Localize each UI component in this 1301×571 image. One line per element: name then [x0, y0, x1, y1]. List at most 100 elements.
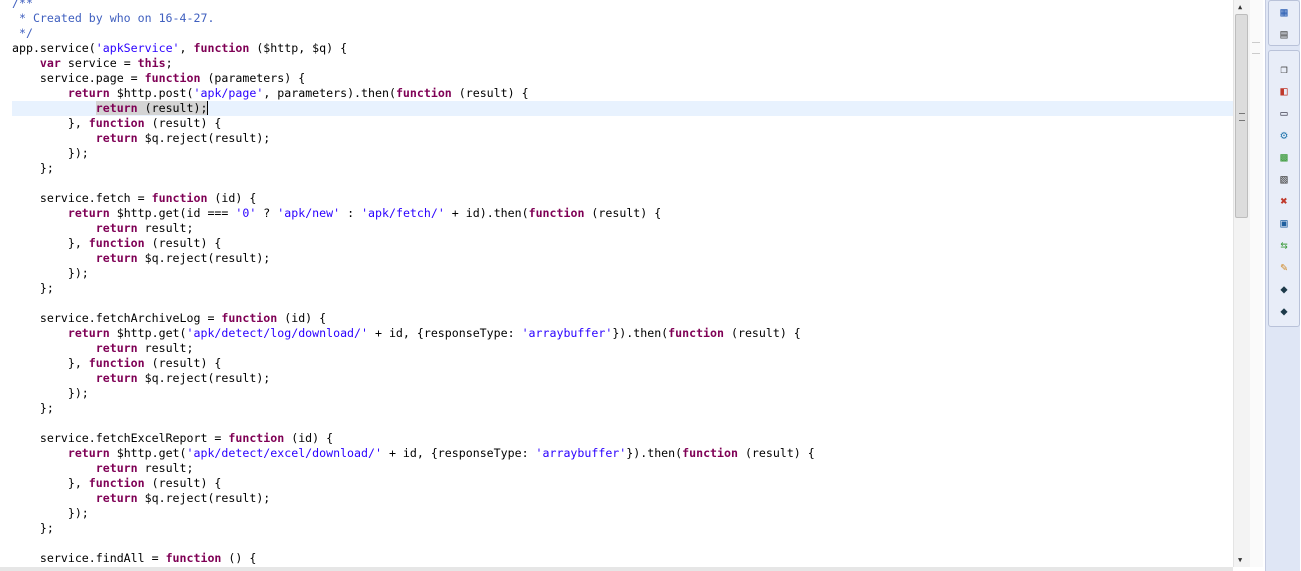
- debug-icon[interactable]: ⚙: [1276, 127, 1292, 143]
- keyword-token: return: [95, 131, 138, 145]
- code-line[interactable]: service.findAll = function () {: [12, 551, 256, 566]
- keyword-token: function: [165, 551, 222, 565]
- code-line[interactable]: service.page = function (parameters) {: [12, 71, 305, 86]
- code-line[interactable]: return $http.get('apk/detect/excel/downl…: [12, 446, 815, 461]
- keyword-token: this: [137, 56, 166, 70]
- code-line[interactable]: return $http.get(id === '0' ? 'apk/new' …: [12, 206, 661, 221]
- code-line[interactable]: return $http.get('apk/detect/log/downloa…: [12, 326, 801, 341]
- code-line[interactable]: }, function (result) {: [12, 116, 222, 131]
- string-token: 'apk/page': [193, 86, 264, 100]
- string-token: 'apk/detect/excel/download/': [186, 446, 382, 460]
- text-caret: [207, 101, 209, 115]
- string-token: 'apk/fetch/': [361, 206, 445, 220]
- keyword-token: function: [88, 236, 145, 250]
- keyword-token: function: [88, 116, 145, 130]
- selection-highlight: return (result);: [95, 101, 208, 115]
- ant-icon[interactable]: ✎: [1276, 259, 1292, 275]
- keyword-token: function: [395, 86, 452, 100]
- keyword-token: return: [67, 326, 110, 340]
- code-line[interactable]: }, function (result) {: [12, 476, 222, 491]
- code-line[interactable]: };: [12, 401, 54, 416]
- code-line[interactable]: });: [12, 146, 89, 161]
- horizontal-scrollbar[interactable]: [0, 567, 1233, 571]
- keyword-token: return: [95, 341, 138, 355]
- code-line[interactable]: return result;: [12, 341, 194, 356]
- code-line[interactable]: */: [12, 26, 33, 41]
- comment-token: */: [12, 26, 33, 40]
- keyword-token: function: [221, 311, 278, 325]
- data-source-explorer-icon[interactable]: ◧: [1276, 83, 1292, 99]
- code-line[interactable]: });: [12, 506, 89, 521]
- gradle-executions-icon[interactable]: ◆: [1276, 303, 1292, 319]
- comment-token: * Created by who on 16-4-27.: [12, 11, 215, 25]
- vertical-scrollbar[interactable]: ▲ ▼: [1233, 0, 1250, 567]
- error-log-icon[interactable]: ✖: [1276, 193, 1292, 209]
- grip-icon: [1239, 113, 1245, 121]
- snippets-icon[interactable]: ▧: [1276, 171, 1292, 187]
- scrollbar-thumb[interactable]: [1235, 14, 1248, 218]
- outline-icon[interactable]: ▦: [1276, 4, 1292, 20]
- code-line[interactable]: service.fetchExcelReport = function (id)…: [12, 431, 333, 446]
- current-code-line[interactable]: return (result);: [12, 101, 1233, 116]
- comment-token: /**: [12, 0, 33, 10]
- code-line[interactable]: }, function (result) {: [12, 236, 222, 251]
- scroll-up-arrow-icon[interactable]: ▲: [1238, 3, 1242, 11]
- overview-ruler[interactable]: [1250, 0, 1263, 567]
- keyword-token: return: [95, 101, 138, 115]
- string-token: 'apk/new': [277, 206, 341, 220]
- code-line[interactable]: return $q.reject(result);: [12, 371, 271, 386]
- keyword-token: return: [95, 251, 138, 265]
- keyword-token: function: [88, 356, 145, 370]
- restore-icon[interactable]: ❐: [1276, 61, 1292, 77]
- code-line[interactable]: return $q.reject(result);: [12, 251, 271, 266]
- code-line[interactable]: };: [12, 161, 54, 176]
- keyword-token: return: [95, 371, 138, 385]
- properties-icon[interactable]: ▭: [1276, 105, 1292, 121]
- toolbar-group-views: ▦ ▤: [1268, 0, 1300, 46]
- string-token: 'apkService': [95, 41, 180, 55]
- string-token: '0': [235, 206, 257, 220]
- map-icon[interactable]: ▩: [1276, 149, 1292, 165]
- keyword-token: function: [88, 476, 145, 490]
- code-line[interactable]: return $http.post('apk/page', parameters…: [12, 86, 529, 101]
- keyword-token: function: [682, 446, 738, 460]
- keyword-token: function: [668, 326, 724, 340]
- code-line[interactable]: service.fetch = function (id) {: [12, 191, 256, 206]
- keyword-token: function: [151, 191, 208, 205]
- keyword-token: return: [95, 491, 138, 505]
- code-line[interactable]: /**: [12, 0, 33, 11]
- toolbar-group-tools: ❐ ◧ ▭ ⚙ ▩ ▧ ✖ ▣ ⇆ ✎ ◆ ◆: [1268, 50, 1300, 327]
- keyword-token: return: [67, 446, 110, 460]
- code-line[interactable]: }, function (result) {: [12, 356, 222, 371]
- code-line[interactable]: return $q.reject(result);: [12, 491, 271, 506]
- side-toolbar: ▦ ▤ ❐ ◧ ▭ ⚙ ▩ ▧ ✖ ▣ ⇆ ✎ ◆ ◆: [1265, 0, 1300, 571]
- code-line[interactable]: return result;: [12, 221, 194, 236]
- code-line[interactable]: return result;: [12, 461, 194, 476]
- code-line[interactable]: return $q.reject(result);: [12, 131, 271, 146]
- keyword-token: return: [95, 461, 138, 475]
- keyword-token: var: [39, 56, 61, 70]
- keyword-token: return: [67, 86, 110, 100]
- code-line[interactable]: var service = this;: [12, 56, 173, 71]
- string-token: 'apk/detect/log/download/': [186, 326, 368, 340]
- console-icon[interactable]: ▣: [1276, 215, 1292, 231]
- code-editor[interactable]: /** * Created by who on 16-4-27. */app.s…: [0, 0, 1233, 567]
- keyword-token: function: [193, 41, 250, 55]
- string-token: 'arraybuffer': [535, 446, 627, 460]
- code-line[interactable]: };: [12, 281, 54, 296]
- task-list-icon[interactable]: ▤: [1276, 26, 1292, 42]
- code-line[interactable]: });: [12, 386, 89, 401]
- gradle-tasks-icon[interactable]: ◆: [1276, 281, 1292, 297]
- servers-icon[interactable]: ⇆: [1276, 237, 1292, 253]
- keyword-token: return: [67, 206, 110, 220]
- string-token: 'arraybuffer': [521, 326, 613, 340]
- code-line[interactable]: * Created by who on 16-4-27.: [12, 11, 214, 26]
- code-line[interactable]: });: [12, 266, 89, 281]
- code-line[interactable]: };: [12, 521, 54, 536]
- keyword-token: function: [228, 431, 285, 445]
- code-line[interactable]: app.service('apkService', function ($htt…: [12, 41, 347, 56]
- ruler-mark[interactable]: [1252, 42, 1260, 54]
- keyword-token: return: [95, 221, 138, 235]
- code-line[interactable]: service.fetchArchiveLog = function (id) …: [12, 311, 326, 326]
- scroll-down-arrow-icon[interactable]: ▼: [1238, 556, 1242, 564]
